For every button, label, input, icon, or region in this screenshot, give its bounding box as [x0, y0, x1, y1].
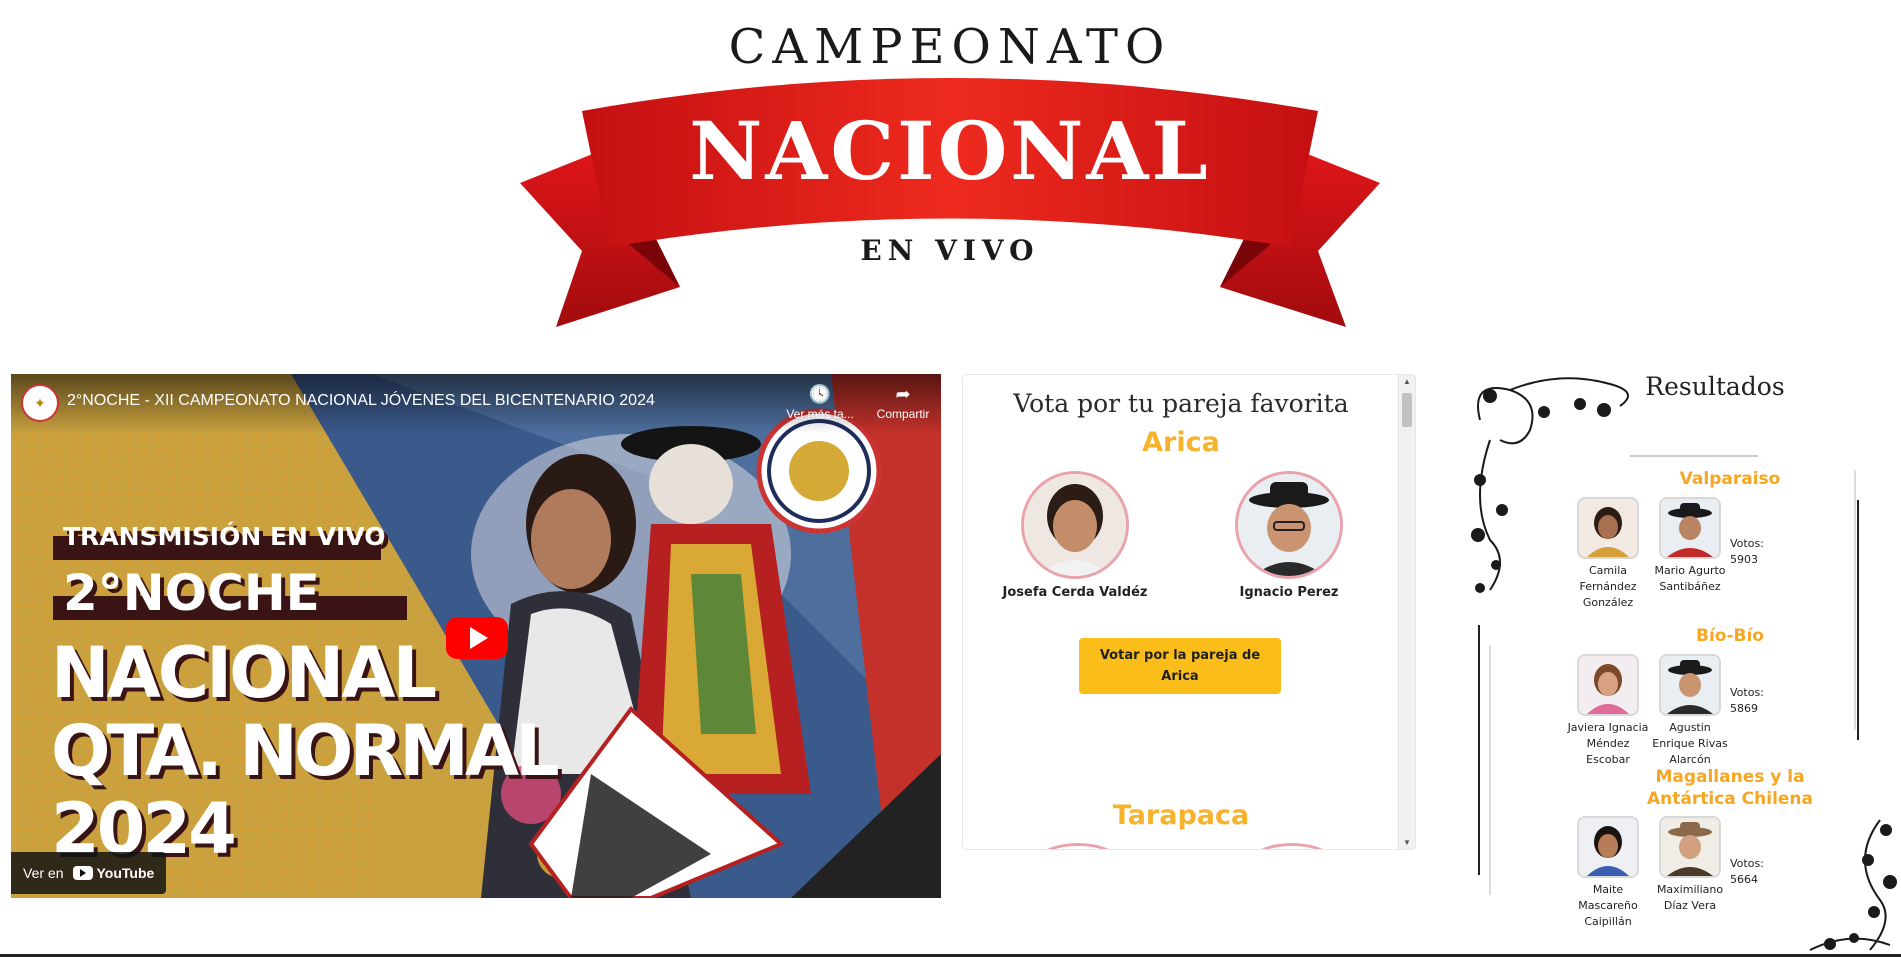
votes-count: 5664: [1730, 873, 1758, 886]
video-embed[interactable]: TRANSMISIÓN EN VIVO 2°NOCHE NACIONAL QTA…: [11, 374, 941, 898]
vote-scroll-area: Vota por tu pareja favorita Arica Josefa…: [963, 375, 1399, 849]
result-votes: Votos: 5903: [1730, 536, 1764, 568]
vote-scrollbar[interactable]: ▲ ▼: [1398, 375, 1415, 849]
candidate-avatar-partial: [1251, 843, 1333, 849]
votes-label: Votos:: [1730, 857, 1764, 870]
clock-icon: 🕓: [808, 384, 832, 404]
votes-label: Votos:: [1730, 686, 1764, 699]
result-man: Maximiliano Díaz Vera: [1647, 816, 1733, 914]
result-man: Agustin Enrique Rivas Alarcón: [1647, 654, 1733, 768]
results-title: Resultados: [1645, 372, 1785, 401]
channel-avatar[interactable]: ✦: [21, 384, 59, 422]
share-label: Compartir: [876, 407, 930, 421]
result-man: Mario Agurto Santibáñez: [1647, 497, 1733, 595]
header: CAMPEONATO NACIONAL EN VIVO: [0, 0, 1901, 360]
result-votes: Votos: 5664: [1730, 856, 1764, 888]
result-avatar: [1659, 654, 1721, 716]
scroll-thumb[interactable]: [1402, 393, 1412, 427]
candidate-man-arica: Ignacio Perez: [1204, 471, 1374, 600]
campeonato-logo: CAMPEONATO NACIONAL EN VIVO: [520, 19, 1380, 327]
result-region: Magallanes y la Antártica Chilena: [1647, 767, 1813, 809]
result-name: Agustin Enrique Rivas Alarcón: [1652, 721, 1728, 766]
votes-count: 5869: [1730, 702, 1758, 715]
scroll-down-icon[interactable]: ▼: [1399, 838, 1415, 847]
youtube-wordmark: YouTube: [96, 865, 155, 881]
result-woman: Camila Fernández González: [1565, 497, 1651, 611]
votes-count: 5903: [1730, 553, 1758, 566]
youtube-logo: YouTube: [73, 865, 154, 881]
result-name: Camila Fernández González: [1579, 564, 1637, 609]
result-name: Maite Mascareño Caipillán: [1578, 883, 1638, 928]
region-title-arica: Arica: [1142, 427, 1220, 458]
votes-label: Votos:: [1730, 537, 1764, 550]
result-avatar: [1659, 816, 1721, 878]
watch-later-label: Ver más ta...: [786, 407, 854, 421]
poster-line-nacional: NACIONAL: [51, 632, 437, 714]
result-avatar: [1577, 654, 1639, 716]
play-icon: [470, 627, 488, 649]
poster-line-live: TRANSMISIÓN EN VIVO: [63, 522, 386, 551]
region-title-tarapaca: Tarapaca: [1112, 800, 1250, 831]
candidate-avatar: [1021, 471, 1129, 579]
share-button[interactable]: ➦ Compartir: [863, 384, 941, 421]
result-avatar: [1577, 816, 1639, 878]
result-avatar: [1577, 497, 1639, 559]
scroll-up-icon[interactable]: ▲: [1399, 377, 1415, 386]
result-woman: Javiera Ignacia Méndez Escobar: [1565, 654, 1651, 768]
watch-on-youtube-button[interactable]: Ver en YouTube: [11, 852, 167, 894]
logo-main-text: NACIONAL: [689, 104, 1210, 198]
candidate-name: Ignacio Perez: [1239, 585, 1339, 600]
result-woman: Maite Mascareño Caipillán: [1565, 816, 1651, 930]
share-icon: ➦: [895, 384, 911, 404]
candidate-name: Josefa Cerda Valdéz: [1002, 585, 1148, 600]
result-region: Bío-Bío: [1696, 626, 1764, 646]
poster-line-qta: QTA. NORMAL: [51, 710, 560, 792]
result-name: Javiera Ignacia Méndez Escobar: [1567, 721, 1649, 766]
result-name: Maximiliano Díaz Vera: [1656, 883, 1724, 912]
watch-later-button[interactable]: 🕓 Ver más ta...: [780, 384, 860, 421]
result-name: Mario Agurto Santibáñez: [1654, 564, 1726, 593]
watch-on-label: Ver en: [23, 865, 64, 881]
candidate-woman-arica: Josefa Cerda Valdéz: [990, 471, 1160, 600]
result-avatar: [1659, 497, 1721, 559]
video-title[interactable]: 2°NOCHE - XII CAMPEONATO NACIONAL JÓVENE…: [67, 392, 655, 410]
logo-bottom-text: EN VIVO: [860, 234, 1039, 267]
vote-heading: Vota por tu pareja favorita: [1013, 389, 1349, 418]
results-panel: Resultados Valparaiso Camila Fernández G…: [1450, 360, 1901, 957]
youtube-icon: [73, 866, 94, 880]
vote-arica-button[interactable]: Votar por la pareja de Arica: [1079, 638, 1281, 694]
result-region: Valparaiso: [1679, 469, 1781, 489]
poster-line-night: 2°NOCHE: [63, 564, 320, 622]
candidate-avatar-partial: [1037, 843, 1119, 849]
play-button[interactable]: [446, 617, 508, 659]
candidate-avatar: [1235, 471, 1343, 579]
vote-panel[interactable]: Vota por tu pareja favorita Arica Josefa…: [962, 374, 1416, 850]
logo-top-text: CAMPEONATO: [729, 19, 1172, 75]
result-votes: Votos: 5869: [1730, 685, 1764, 717]
